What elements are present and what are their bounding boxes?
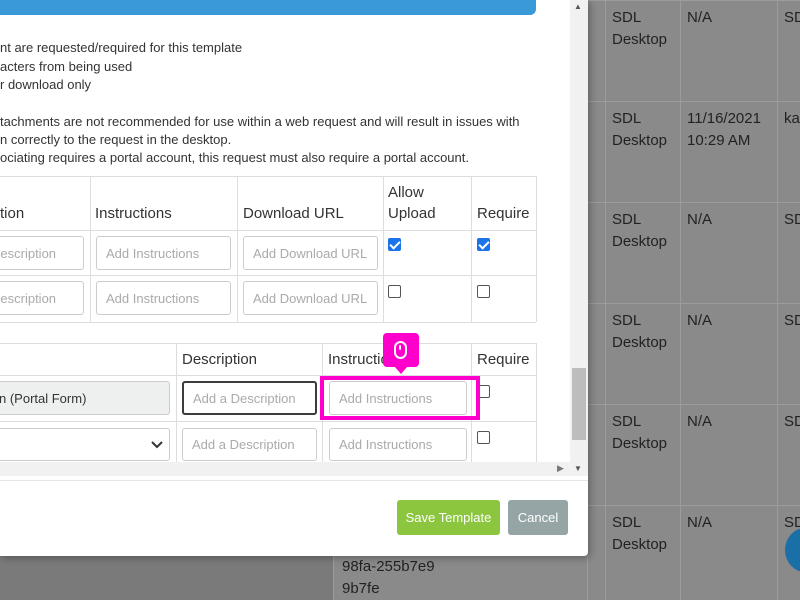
click-target-highlight bbox=[320, 376, 480, 420]
column-header-instructions: Instructions bbox=[328, 351, 386, 368]
scroll-right-icon[interactable]: ▶ bbox=[557, 463, 564, 474]
download-url-input[interactable]: Add Download URL bbox=[243, 281, 378, 315]
date-cell: N/A bbox=[680, 506, 777, 600]
source-cell: SDL Desktop bbox=[605, 506, 680, 600]
table-row: SDL Desktop N/A SDL bbox=[588, 0, 800, 102]
divider bbox=[0, 421, 536, 422]
scroll-down-icon[interactable]: ▼ bbox=[574, 464, 582, 473]
form-name-field: n (Portal Form) bbox=[0, 381, 170, 415]
divider bbox=[536, 176, 537, 322]
description-input[interactable]: Add a Description bbox=[182, 381, 317, 415]
info-line: ociating requires a portal account, this… bbox=[0, 150, 469, 165]
allow-upload-checkbox[interactable] bbox=[388, 238, 401, 251]
info-line: acters from being used bbox=[0, 59, 133, 74]
require-checkbox[interactable] bbox=[477, 285, 490, 298]
source-cell: SDL Desktop bbox=[605, 304, 680, 405]
vertical-scrollbar[interactable]: ▲ ▼ bbox=[570, 0, 588, 476]
divider bbox=[0, 322, 536, 323]
divider bbox=[237, 176, 238, 322]
require-checkbox[interactable] bbox=[477, 431, 490, 444]
table-row: SDL Desktop N/A SD bbox=[588, 404, 800, 506]
divider bbox=[0, 343, 536, 344]
info-line: tachments are not recommended for use wi… bbox=[0, 114, 520, 129]
table-row: SDL Desktop 11/16/2021 10:29 AM ka bbox=[588, 101, 800, 203]
table-row: SDL Desktop N/A SD bbox=[588, 303, 800, 405]
divider bbox=[383, 176, 384, 322]
date-cell: N/A bbox=[680, 203, 777, 304]
source-cell: SDL Desktop bbox=[605, 203, 680, 304]
column-header-require: Require bbox=[477, 205, 530, 222]
save-template-button[interactable]: Save Template bbox=[397, 500, 500, 535]
user-cell: SD bbox=[777, 203, 800, 304]
allow-upload-checkbox[interactable] bbox=[388, 285, 401, 298]
footer-divider bbox=[0, 480, 588, 481]
date-cell: N/A bbox=[680, 405, 777, 506]
template-modal: nt are requested/required for this templ… bbox=[0, 0, 588, 556]
scrollbar-thumb[interactable] bbox=[572, 368, 586, 440]
divider bbox=[0, 230, 536, 231]
background-table: SDL Desktop N/A SDL SDL Desktop 11/16/20… bbox=[588, 0, 800, 600]
mouse-icon bbox=[394, 341, 407, 359]
source-cell: SDL Desktop bbox=[605, 102, 680, 203]
scroll-up-icon[interactable]: ▲ bbox=[574, 2, 582, 11]
user-cell: SD bbox=[777, 304, 800, 405]
date-cell: 11/16/2021 10:29 AM bbox=[680, 102, 777, 203]
date-cell: N/A bbox=[680, 304, 777, 405]
chevron-down-icon bbox=[151, 441, 163, 449]
instructions-input[interactable]: Add Instructions bbox=[96, 281, 231, 315]
user-cell: ka bbox=[777, 102, 800, 203]
divider bbox=[536, 343, 537, 463]
divider bbox=[90, 176, 91, 322]
info-line: r download only bbox=[0, 77, 92, 92]
click-indicator bbox=[383, 333, 419, 374]
user-cell: SDL bbox=[777, 1, 800, 102]
modal-header-bar bbox=[0, 0, 536, 15]
column-header-description: Description bbox=[182, 351, 258, 368]
table-row: SDL Desktop N/A SD bbox=[588, 202, 800, 304]
date-cell: N/A bbox=[680, 1, 777, 102]
source-cell: SDL Desktop bbox=[605, 405, 680, 506]
require-checkbox[interactable] bbox=[477, 238, 490, 251]
instructions-input[interactable]: Add Instructions bbox=[329, 428, 467, 461]
description-input[interactable]: Description bbox=[0, 236, 84, 270]
column-header-instructions: Instructions bbox=[95, 205, 172, 222]
horizontal-scrollbar[interactable]: ▶ bbox=[0, 462, 570, 476]
table-row: SDL Desktop N/A SD bbox=[588, 505, 800, 600]
user-cell: SD bbox=[777, 405, 800, 506]
column-header-require: Require bbox=[477, 351, 530, 368]
id-text: 98fa-255b7e99b7fe bbox=[342, 558, 435, 597]
column-header-download-url: Download URL bbox=[243, 205, 344, 222]
description-input[interactable]: Add a Description bbox=[182, 428, 317, 461]
instructions-input[interactable]: Add Instructions bbox=[96, 236, 231, 270]
column-header-description: tion bbox=[0, 205, 25, 222]
divider bbox=[0, 176, 536, 177]
info-line: n correctly to the request in the deskto… bbox=[0, 132, 232, 147]
divider bbox=[0, 275, 536, 276]
divider bbox=[471, 176, 472, 322]
source-cell: SDL Desktop bbox=[605, 1, 680, 102]
divider bbox=[176, 343, 177, 463]
column-header-allow-upload: Allow Upload bbox=[388, 184, 436, 222]
info-line: nt are requested/required for this templ… bbox=[0, 40, 243, 55]
cancel-button[interactable]: Cancel bbox=[508, 500, 568, 535]
form-select[interactable] bbox=[0, 428, 170, 461]
download-url-input[interactable]: Add Download URL bbox=[243, 236, 378, 270]
description-input[interactable]: Description bbox=[0, 281, 84, 315]
